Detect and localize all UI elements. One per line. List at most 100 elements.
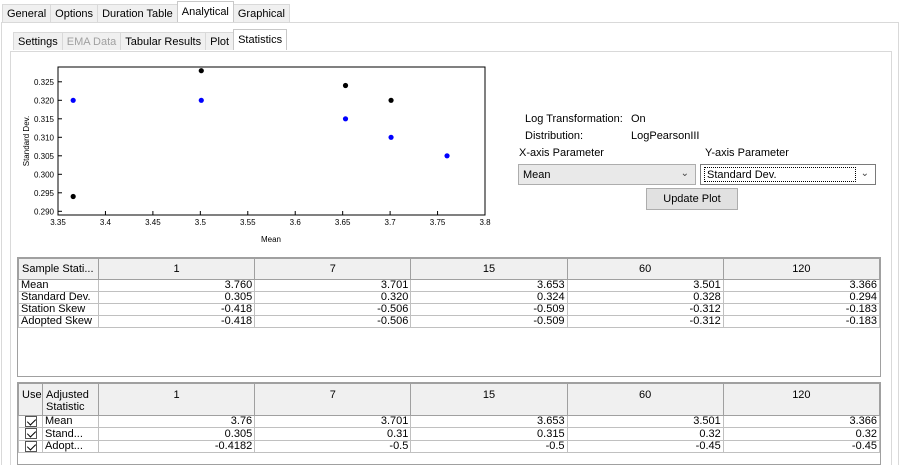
use-cell xyxy=(18,414,43,429)
y-axis-label: Standard Dev. xyxy=(22,116,31,167)
tab-general[interactable]: General xyxy=(2,4,52,22)
use-cell xyxy=(18,439,43,454)
x-axis-parameter-select[interactable]: Mean ⌄ xyxy=(518,164,696,185)
table-cell[interactable]: 3.501 xyxy=(566,279,724,292)
table-cell[interactable]: 3.701 xyxy=(254,414,412,429)
column-header[interactable]: 1 xyxy=(97,383,256,416)
table-cell[interactable]: 0.328 xyxy=(566,291,724,304)
tab-plot[interactable]: Plot xyxy=(205,32,235,50)
table-cell[interactable]: 0.31 xyxy=(254,427,412,441)
distribution-label: Distribution: xyxy=(525,130,584,142)
tab-analytical[interactable]: Analytical xyxy=(176,1,234,22)
table-cell[interactable]: 0.305 xyxy=(97,291,256,304)
sample-statistics-table: Sample Stati... 1 7 15 60 120 Mean 3.760 3… xyxy=(17,257,881,377)
table-cell[interactable]: -0.183 xyxy=(722,315,881,328)
data-point xyxy=(388,134,394,140)
row-label: Standard Dev. xyxy=(18,291,99,304)
table-cell[interactable]: 3.701 xyxy=(254,279,412,292)
row-label: Adopt... xyxy=(42,439,99,454)
y-tick-label: 0.290 xyxy=(34,207,55,216)
tab-graphical[interactable]: Graphical xyxy=(232,4,290,22)
table-cell[interactable]: -0.506 xyxy=(254,315,412,328)
column-header[interactable]: 120 xyxy=(722,383,881,416)
data-point xyxy=(342,116,349,122)
table-cell[interactable]: 0.324 xyxy=(410,291,568,304)
table-cell[interactable]: 0.320 xyxy=(254,291,412,304)
tab-duration-table[interactable]: Duration Table xyxy=(97,4,178,22)
adjusted-statistics-table: Use Adjusted Statistic 1 7 15 60 120 Mea… xyxy=(17,382,881,465)
table-cell[interactable]: 0.305 xyxy=(97,427,256,441)
column-header[interactable]: 60 xyxy=(566,383,724,416)
table-cell[interactable]: -0.418 xyxy=(97,315,256,328)
table-cell[interactable]: 3.366 xyxy=(722,414,881,429)
x-tick-label: 3.7 xyxy=(385,218,397,227)
table-cell[interactable]: -0.45 xyxy=(722,439,881,454)
table-cell[interactable]: 3.366 xyxy=(722,279,881,292)
tab-tabular-results[interactable]: Tabular Results xyxy=(120,32,207,50)
tab-settings[interactable]: Settings xyxy=(13,32,63,50)
table-cell[interactable]: -0.45 xyxy=(566,439,724,454)
table-row: Stand... 0.305 0.31 0.315 0.32 0.32 xyxy=(18,427,881,441)
data-point xyxy=(198,97,204,103)
table-cell[interactable]: -0.4182 xyxy=(97,439,256,454)
table-row: Adopt... -0.4182 -0.5 -0.5 -0.45 -0.45 xyxy=(18,439,881,454)
log-transformation-value: On xyxy=(631,113,646,125)
table-cell[interactable]: -0.506 xyxy=(254,303,412,316)
column-header[interactable]: 1 xyxy=(97,258,256,280)
data-point xyxy=(70,193,76,200)
table-cell[interactable]: 3.76 xyxy=(97,414,256,429)
table-cell[interactable]: 0.315 xyxy=(410,427,568,441)
adjusted-header-line2: Statistic xyxy=(46,401,85,413)
column-header[interactable]: 7 xyxy=(254,383,412,416)
table-cell[interactable]: -0.5 xyxy=(254,439,412,454)
update-plot-button[interactable]: Update Plot xyxy=(646,188,738,210)
table-cell[interactable]: 3.760 xyxy=(97,279,256,292)
table-cell[interactable]: -0.183 xyxy=(722,303,881,316)
data-point xyxy=(70,97,76,103)
x-tick-label: 3.4 xyxy=(100,218,112,227)
adjusted-header-line1: Adjusted xyxy=(46,389,89,401)
y-tick-label: 0.310 xyxy=(34,133,55,142)
use-checkbox[interactable] xyxy=(24,416,37,427)
table-row: Station Skew -0.418 -0.506 -0.509 -0.312 -0.1… xyxy=(18,303,881,316)
column-header[interactable]: 120 xyxy=(722,258,881,280)
table-cell[interactable]: 0.32 xyxy=(566,427,724,441)
table-cell[interactable]: -0.509 xyxy=(410,315,568,328)
column-header[interactable]: 7 xyxy=(254,258,412,280)
use-cell xyxy=(18,427,43,441)
x-tick-label: 3.5 xyxy=(195,218,207,227)
sample-stats-header[interactable]: Sample Stati... xyxy=(18,258,99,280)
table-cell[interactable]: -0.509 xyxy=(410,303,568,316)
tab-options[interactable]: Options xyxy=(50,4,99,22)
x-axis-parameter-label: X-axis Parameter xyxy=(519,147,604,159)
outer-tab-strip: General Options Duration Table Analytica… xyxy=(2,1,290,22)
table-cell[interactable]: 0.32 xyxy=(722,427,881,441)
use-checkbox[interactable] xyxy=(24,428,37,440)
tab-ema-data: EMA Data xyxy=(61,32,122,50)
column-header[interactable]: 15 xyxy=(410,383,568,416)
table-cell[interactable]: 3.653 xyxy=(410,279,568,292)
adjusted-statistic-header[interactable]: Adjusted Statistic xyxy=(42,383,99,416)
use-header[interactable]: Use xyxy=(18,383,43,416)
table-row: Mean 3.76 3.701 3.653 3.501 3.366 xyxy=(18,414,881,429)
column-header[interactable]: 15 xyxy=(410,258,568,280)
use-checkbox[interactable] xyxy=(24,441,37,452)
data-point xyxy=(342,82,349,89)
table-cell[interactable]: 3.501 xyxy=(566,414,724,429)
x-axis-label: Mean xyxy=(261,235,281,244)
table-cell[interactable]: 0.294 xyxy=(722,291,881,304)
data-point xyxy=(198,68,204,74)
column-header[interactable]: 60 xyxy=(566,258,724,280)
table-cell[interactable]: -0.5 xyxy=(410,439,568,454)
table-cell[interactable]: -0.312 xyxy=(566,303,724,316)
x-axis-parameter-value: Mean xyxy=(523,168,551,181)
tab-statistics[interactable]: Statistics xyxy=(233,29,288,50)
row-label: Adopted Skew xyxy=(18,315,99,328)
table-cell[interactable]: 3.653 xyxy=(410,414,568,429)
table-cell[interactable]: -0.312 xyxy=(566,315,724,328)
x-tick-label: 3.75 xyxy=(430,218,446,227)
log-transformation-label: Log Transformation: xyxy=(525,113,623,125)
y-axis-parameter-select[interactable]: Standard Dev. ⌄ xyxy=(700,164,876,185)
table-row: Standard Dev. 0.305 0.320 0.324 0.328 0.294 xyxy=(18,291,881,304)
table-cell[interactable]: -0.418 xyxy=(97,303,256,316)
